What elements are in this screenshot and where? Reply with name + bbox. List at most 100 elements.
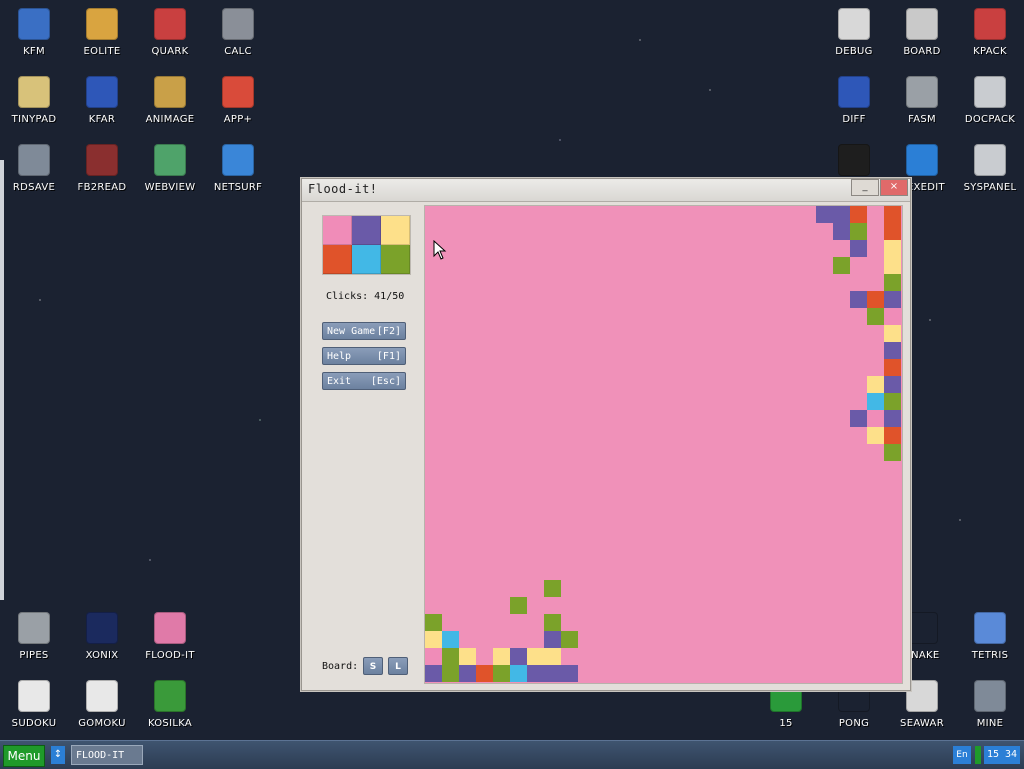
desktop-icon-label: KFM [23, 46, 45, 57]
board-cell [833, 223, 850, 240]
desktop-icon-label: FB2READ [77, 182, 127, 193]
desktop-icon-gomoku[interactable]: GOMOKU [68, 680, 136, 729]
desktop-icon-terminal[interactable] [820, 144, 888, 182]
desktop-icon-label: SYSPANEL [963, 182, 1017, 193]
desktop-icon-fb2read[interactable]: FB2READ [68, 144, 136, 193]
board-cell [544, 631, 561, 648]
new-game-label: New Game [327, 325, 376, 337]
desktop-icon-label: NETSURF [213, 182, 263, 193]
desktop-icon-xonix[interactable]: XONIX [68, 612, 136, 661]
board-cell [850, 291, 867, 308]
desktop-icon-netsurf[interactable]: NETSURF [204, 144, 272, 193]
minimize-button[interactable]: _ [851, 179, 879, 196]
desktop-icon-flood-it[interactable]: FLOOD-IT [136, 612, 204, 661]
board-cell [867, 410, 884, 427]
board-cell [527, 665, 544, 682]
desktop-icon-label: TINYPAD [11, 114, 57, 125]
desktop-icon-tetris[interactable]: TETRIS [956, 612, 1024, 661]
board-cell [544, 614, 561, 631]
panels-icon [86, 76, 118, 108]
palette-swatch[interactable] [381, 245, 410, 274]
palette-swatch[interactable] [352, 216, 381, 245]
desktop-icon-kpack[interactable]: KPACK [956, 8, 1024, 57]
board-cell [544, 580, 561, 597]
clicks-counter: Clicks: 41/50 [326, 291, 405, 302]
board-cell [425, 631, 442, 648]
help-key: [F1] [376, 350, 401, 362]
desktop-icon-syspanel[interactable]: SYSPANEL [956, 144, 1024, 193]
board-cell [527, 648, 544, 665]
desktop-icon-diff[interactable]: DIFF [820, 76, 888, 125]
board-cell [493, 648, 510, 665]
desktop-icon-calc[interactable]: CALC [204, 8, 272, 57]
board-cell [510, 597, 527, 614]
board-cell [884, 223, 901, 240]
hammer-icon [974, 8, 1006, 40]
desktop-icon-kfm[interactable]: KFM [0, 8, 68, 57]
desktop-icon-app-[interactable]: APP+ [204, 76, 272, 125]
language-indicator[interactable]: En [953, 746, 971, 764]
board-cell [544, 665, 561, 682]
desktop-icon-kosilka[interactable]: KOSILKA [136, 680, 204, 729]
mine-icon [974, 680, 1006, 712]
clock[interactable]: 15 34 [984, 746, 1020, 764]
palette-swatch[interactable] [323, 216, 352, 245]
desktop-icon-quark[interactable]: QUARK [136, 8, 204, 57]
board-cell [867, 376, 884, 393]
desktop-icon-mine[interactable]: MINE [956, 680, 1024, 729]
palette-swatch[interactable] [352, 245, 381, 274]
desktop-icon-webview[interactable]: WEBVIEW [136, 144, 204, 193]
fasm-icon [906, 76, 938, 108]
help-button[interactable]: Help [F1] [322, 347, 406, 365]
floppy-icon [18, 8, 50, 40]
book-icon [86, 144, 118, 176]
board-cell [459, 648, 476, 665]
desktop-icon-animage[interactable]: ANIMAGE [136, 76, 204, 125]
desktop-icon-board[interactable]: BOARD [888, 8, 956, 57]
new-game-button[interactable]: New Game [F2] [322, 322, 406, 340]
exit-button[interactable]: Exit [Esc] [322, 372, 406, 390]
desktop-icon-kfar[interactable]: KFAR [68, 76, 136, 125]
pencil-ruler-icon [154, 76, 186, 108]
help-label: Help [327, 350, 352, 362]
desktop-icon-sudoku[interactable]: SUDOKU [0, 680, 68, 729]
palette-swatch[interactable] [323, 245, 352, 274]
close-button[interactable]: × [880, 179, 908, 196]
desktop-icon-fasm[interactable]: FASM [888, 76, 956, 125]
desktop-icon-label: KFAR [88, 114, 116, 125]
desktop-icon-label: PIPES [19, 650, 49, 661]
window-titlebar[interactable]: Flood-it! _ × [302, 179, 910, 202]
task-flood-it[interactable]: FLOOD-IT [71, 745, 143, 765]
taskbar: Menu ↕ FLOOD-IT En 15 34 [0, 740, 1024, 769]
board-cell [867, 308, 884, 325]
board-small-button[interactable]: S [363, 657, 383, 675]
board-cell [442, 665, 459, 682]
menu-button[interactable]: Menu [3, 745, 45, 767]
desktop-icon-tinypad[interactable]: TINYPAD [0, 76, 68, 125]
hex-icon [906, 144, 938, 176]
desktop-icon-docpack[interactable]: DOCPACK [956, 76, 1024, 125]
desktop-icon-label: CALC [224, 46, 252, 57]
board-cell [884, 427, 901, 444]
game-board[interactable] [424, 205, 903, 684]
ramdisk-save-icon [18, 144, 50, 176]
desktop-icon-rdsave[interactable]: RDSAVE [0, 144, 68, 193]
desktop-icon-debug[interactable]: DEBUG [820, 8, 888, 57]
desktop-icon-eolite[interactable]: EOLITE [68, 8, 136, 57]
desktop-icon-label: KPACK [973, 46, 1007, 57]
sliders-icon [974, 144, 1006, 176]
task-switch-arrow-icon[interactable]: ↕ [51, 746, 65, 764]
board-large-button[interactable]: L [388, 657, 408, 675]
desktop-icon-label: DEBUG [835, 46, 873, 57]
board-cell [816, 206, 833, 223]
diff-icon [838, 76, 870, 108]
board-cell [850, 410, 867, 427]
color-palette [322, 215, 411, 275]
board-cell [867, 291, 884, 308]
tetris-icon [974, 612, 1006, 644]
palette-swatch[interactable] [381, 216, 410, 245]
desktop-icon-pipes[interactable]: PIPES [0, 612, 68, 661]
board-cell [850, 206, 867, 223]
xonix-icon [86, 612, 118, 644]
board-cell [561, 631, 578, 648]
